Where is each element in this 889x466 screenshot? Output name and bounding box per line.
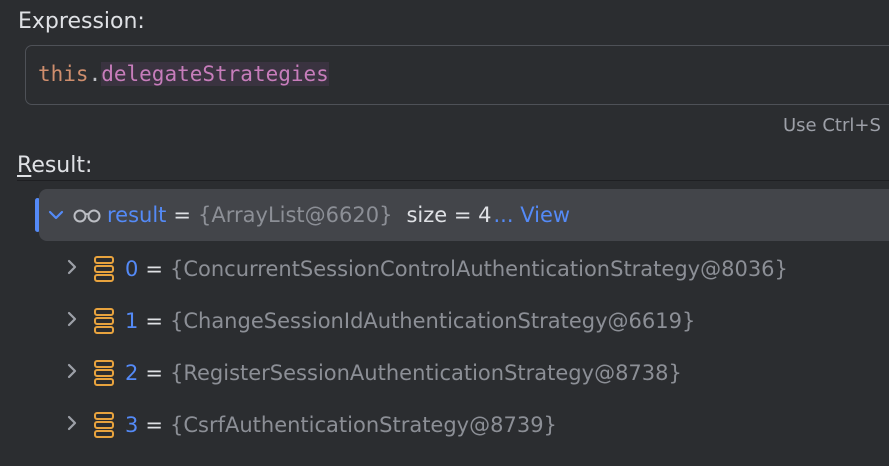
expression-input[interactable]: this.delegateStrategies: [25, 45, 889, 105]
result-label: Result:: [17, 153, 92, 178]
variable-name: result: [107, 203, 167, 227]
element-index: 0: [125, 257, 139, 281]
element-index: 3: [125, 413, 139, 437]
equals-sign: =: [145, 361, 163, 385]
result-tree[interactable]: result = {ArrayList@6620} size = 4 ... V…: [17, 180, 889, 466]
expression-label: Expression:: [18, 9, 145, 34]
result-label-rest: esult:: [31, 153, 93, 178]
tree-row-result[interactable]: result = {ArrayList@6620} size = 4 ... V…: [39, 189, 889, 241]
code-keyword: this: [38, 62, 89, 86]
tree-row-child-1[interactable]: 1 = {ChangeSessionIdAuthenticationStrate…: [17, 295, 889, 347]
code-dot: .: [88, 62, 102, 86]
glasses-icon: [71, 205, 103, 225]
view-link[interactable]: ... View: [494, 203, 571, 227]
tree-row-child-2[interactable]: 2 = {RegisterSessionAuthenticationStrate…: [17, 347, 889, 399]
shortcut-hint: Use Ctrl+S: [783, 115, 881, 136]
list-icon: [93, 359, 115, 387]
variable-value: {ArrayList@6620}: [198, 203, 393, 227]
list-icon: [93, 255, 115, 283]
collection-size: size = 4: [406, 203, 492, 227]
equals-sign: =: [145, 257, 163, 281]
evaluate-expression-panel: Expression: this.delegateStrategies Use …: [0, 0, 889, 466]
code-field: delegateStrategies: [101, 62, 329, 86]
equals-sign: =: [145, 309, 163, 333]
element-index: 1: [125, 309, 139, 333]
list-icon: [93, 307, 115, 335]
element-index: 2: [125, 361, 139, 385]
chevron-right-icon[interactable]: [59, 415, 85, 436]
equals-sign: =: [145, 413, 163, 437]
element-value: {ChangeSessionIdAuthenticationStrategy@6…: [169, 309, 696, 333]
equals-sign: =: [173, 203, 192, 227]
chevron-right-icon[interactable]: [59, 311, 85, 332]
list-icon: [93, 411, 115, 439]
chevron-right-icon[interactable]: [59, 363, 85, 384]
element-value: {RegisterSessionAuthenticationStrategy@8…: [169, 361, 682, 385]
chevron-down-icon[interactable]: [43, 205, 69, 226]
expression-code[interactable]: this.delegateStrategies: [38, 62, 329, 86]
chevron-right-icon[interactable]: [59, 259, 85, 280]
tree-row-child-0[interactable]: 0 = {ConcurrentSessionControlAuthenticat…: [17, 243, 889, 295]
tree-row-child-3[interactable]: 3 = {CsrfAuthenticationStrategy@8739}: [17, 399, 889, 451]
element-value: {ConcurrentSessionControlAuthenticationS…: [169, 257, 788, 281]
element-value: {CsrfAuthenticationStrategy@8739}: [169, 413, 557, 437]
result-label-mnemonic: R: [17, 153, 32, 178]
